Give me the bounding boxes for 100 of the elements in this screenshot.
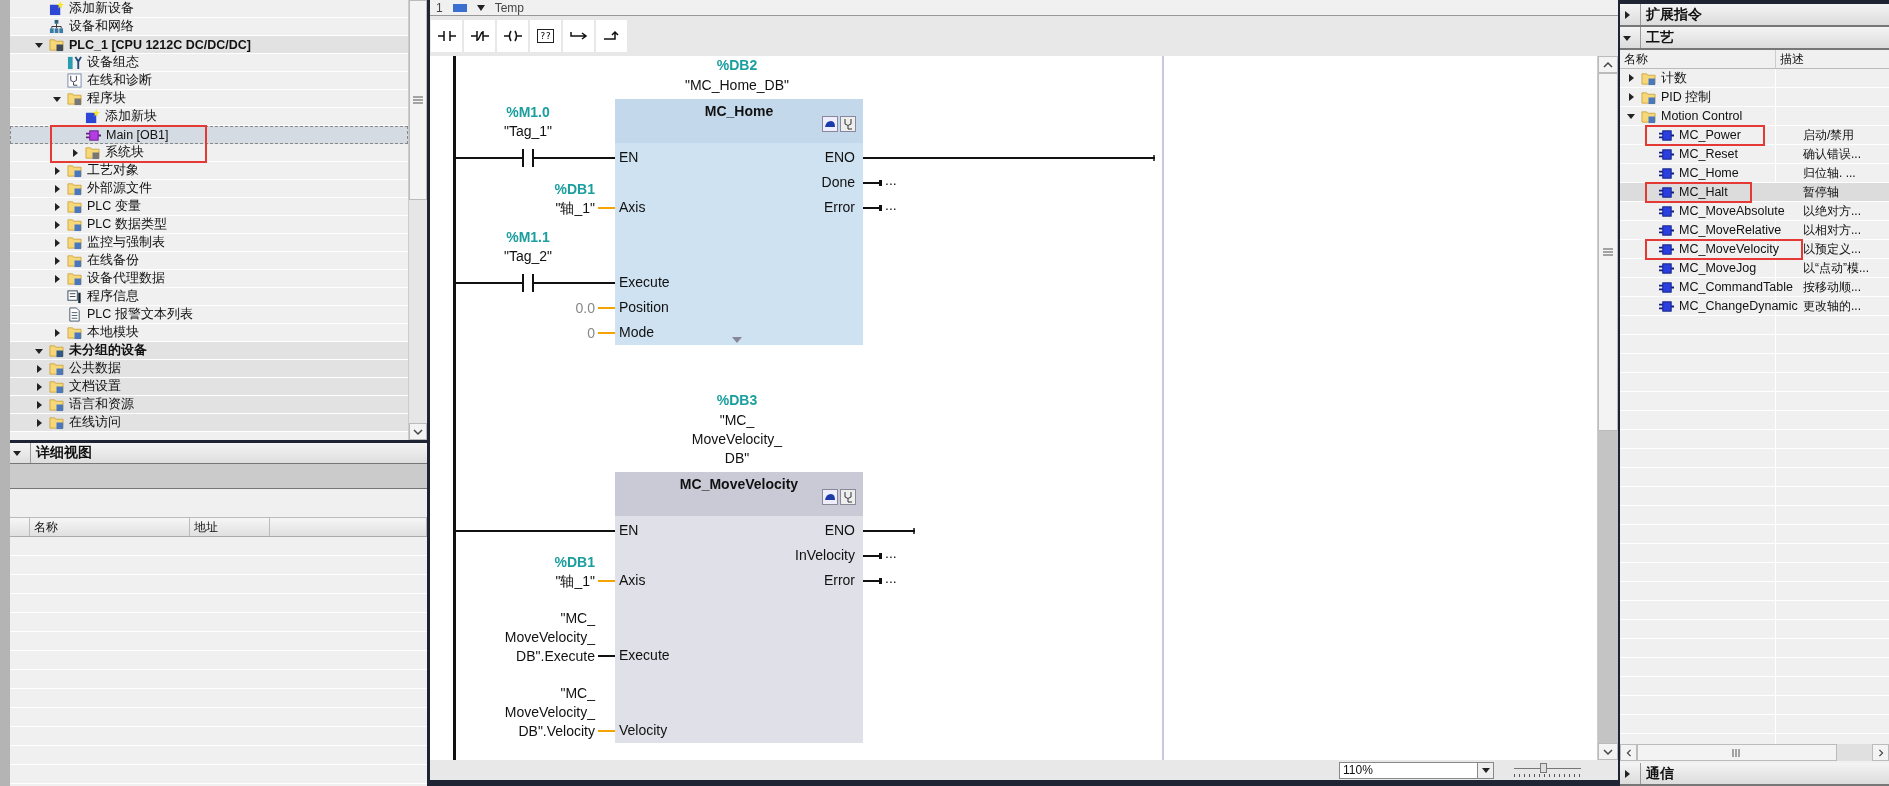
caret-down-icon[interactable] bbox=[35, 40, 43, 49]
instruction-row[interactable]: MC_MoveRelative 以相对方... bbox=[1620, 221, 1889, 240]
panel-title: 详细视图 bbox=[36, 444, 92, 462]
caret-down-icon[interactable] bbox=[53, 94, 61, 103]
tree-item[interactable]: 程序信息 bbox=[10, 288, 408, 306]
empty-box-button[interactable]: ?? bbox=[530, 20, 561, 52]
caret-right-icon[interactable] bbox=[53, 256, 61, 265]
caret-down-icon[interactable] bbox=[13, 449, 21, 457]
slider-thumb[interactable] bbox=[1539, 763, 1547, 773]
tree-item[interactable]: PLC 报警文本列表 bbox=[10, 306, 408, 324]
instruction-row[interactable]: MC_Halt 暂停轴 bbox=[1620, 183, 1889, 202]
section-header[interactable]: 工艺 bbox=[1620, 27, 1889, 50]
grip-icon[interactable] bbox=[1603, 248, 1613, 256]
tree-item[interactable]: 在线备份 bbox=[10, 252, 408, 270]
caret-right-icon[interactable] bbox=[35, 400, 43, 409]
caret-right-icon[interactable] bbox=[53, 166, 61, 175]
caret-right-icon[interactable] bbox=[1627, 93, 1635, 101]
caret-right-icon[interactable] bbox=[1623, 10, 1631, 19]
tree-item[interactable]: 监控与强制表 bbox=[10, 234, 408, 252]
tree-item[interactable]: 文档设置 bbox=[10, 378, 408, 396]
chevron-down-icon[interactable] bbox=[1603, 747, 1613, 756]
column-header[interactable]: 名称 bbox=[30, 518, 190, 536]
instruction-row[interactable]: MC_MoveVelocity 以预定义... bbox=[1620, 240, 1889, 259]
instruction-row[interactable]: PID 控制 bbox=[1620, 88, 1889, 107]
close-branch-button[interactable] bbox=[596, 20, 627, 52]
caret-down-icon[interactable] bbox=[1627, 112, 1635, 120]
caret-down-icon[interactable] bbox=[1623, 33, 1631, 42]
open-branch-button[interactable] bbox=[563, 20, 594, 52]
caret-down-icon[interactable] bbox=[35, 346, 43, 355]
tree-item[interactable]: PLC_1 [CPU 1212C DC/DC/DC] bbox=[10, 36, 408, 54]
caret-right-icon[interactable] bbox=[1623, 769, 1631, 778]
tree-item[interactable]: 未分组的设备 bbox=[10, 342, 408, 360]
operand-address: %M1.0 bbox=[505, 102, 551, 122]
tree-item[interactable]: PLC 数据类型 bbox=[10, 216, 408, 234]
folder-icon bbox=[67, 235, 82, 250]
caret-right-icon[interactable] bbox=[71, 148, 79, 157]
instruction-row[interactable]: MC_Reset 确认错误... bbox=[1620, 145, 1889, 164]
tree-item[interactable]: 设备代理数据 bbox=[10, 270, 408, 288]
coil-icon bbox=[503, 30, 522, 42]
wire bbox=[863, 527, 915, 535]
column-header[interactable]: 名称 bbox=[1620, 50, 1776, 68]
caret-down-icon[interactable] bbox=[476, 4, 485, 11]
instruction-name: MC_Halt bbox=[1679, 185, 1728, 199]
caret-right-icon[interactable] bbox=[53, 202, 61, 211]
section-header[interactable]: 通信 bbox=[1620, 763, 1889, 786]
instruction-row[interactable]: Motion Control bbox=[1620, 107, 1889, 126]
tree-item[interactable]: 添加新设备 bbox=[10, 0, 408, 18]
caret-right-icon[interactable] bbox=[1627, 74, 1635, 82]
folder-icon bbox=[67, 199, 82, 214]
grip-icon[interactable] bbox=[413, 96, 423, 104]
caret-right-icon[interactable] bbox=[35, 382, 43, 391]
row-number: 1 bbox=[436, 0, 443, 15]
instruction-row[interactable]: MC_MoveJog 以“点动”模... bbox=[1620, 259, 1889, 278]
caret-right-icon[interactable] bbox=[53, 238, 61, 247]
block-icon bbox=[1659, 203, 1674, 219]
column-header[interactable]: 地址 bbox=[190, 518, 270, 536]
caret-right-icon[interactable] bbox=[53, 328, 61, 337]
block-title: MC_MoveVelocity bbox=[678, 476, 800, 492]
instruction-row[interactable]: MC_Power 启动/禁用 bbox=[1620, 126, 1889, 145]
zoom-dropdown[interactable]: 110% bbox=[1339, 761, 1494, 779]
function-block[interactable]: MC_Home EN Axis Execute Position Mode ENO Done Error bbox=[615, 99, 863, 345]
instruction-row[interactable]: MC_ChangeDynamic 更改轴的... bbox=[1620, 297, 1889, 316]
instruction-name: MC_MoveRelative bbox=[1679, 223, 1782, 237]
tree-item[interactable]: 程序块 bbox=[10, 90, 408, 108]
caret-right-icon[interactable] bbox=[53, 220, 61, 229]
wire bbox=[598, 304, 615, 312]
tree-item[interactable]: 工艺对象 bbox=[10, 162, 408, 180]
tree-item[interactable]: 外部源文件 bbox=[10, 180, 408, 198]
tree-item[interactable]: 在线访问 bbox=[10, 414, 408, 432]
tree-item[interactable]: 在线和诊断 bbox=[10, 72, 408, 90]
tree-item[interactable]: Main [OB1] bbox=[10, 126, 408, 144]
instruction-row[interactable]: 计数 bbox=[1620, 69, 1889, 88]
tree-item[interactable]: 语言和资源 bbox=[10, 396, 408, 414]
scrollbar[interactable] bbox=[1620, 744, 1889, 761]
tree-item[interactable]: 设备组态 bbox=[10, 54, 408, 72]
tree-item[interactable]: PLC 变量 bbox=[10, 198, 408, 216]
pin-label: InVelocity bbox=[795, 546, 855, 565]
expand-arrow-icon[interactable] bbox=[732, 337, 742, 343]
caret-down-icon[interactable] bbox=[1481, 767, 1490, 773]
contact-button[interactable] bbox=[464, 20, 495, 52]
caret-right-icon[interactable] bbox=[53, 274, 61, 283]
function-block[interactable]: MC_MoveVelocity EN Axis Execute Velocity ENO InVelocity Error bbox=[615, 472, 863, 743]
tree-item[interactable]: 系统块 bbox=[10, 144, 408, 162]
instruction-row[interactable]: MC_CommandTable 按移动顺... bbox=[1620, 278, 1889, 297]
grip-icon[interactable] bbox=[1732, 748, 1742, 757]
folder-icon bbox=[49, 379, 64, 394]
caret-right-icon[interactable] bbox=[35, 364, 43, 373]
section-header[interactable]: 扩展指令 bbox=[1620, 4, 1889, 27]
instruction-row[interactable]: MC_MoveAbsolute 以绝对方... bbox=[1620, 202, 1889, 221]
caret-right-icon[interactable] bbox=[53, 184, 61, 193]
contact-button[interactable] bbox=[431, 20, 462, 52]
wire bbox=[863, 552, 882, 560]
scrollbar[interactable] bbox=[1597, 56, 1618, 760]
coil-button[interactable] bbox=[497, 20, 528, 52]
tree-item[interactable]: 公共数据 bbox=[10, 360, 408, 378]
column-header[interactable]: 描述 bbox=[1776, 50, 1889, 68]
caret-right-icon[interactable] bbox=[35, 418, 43, 427]
chevron-up-icon[interactable] bbox=[1603, 60, 1613, 69]
chevron-down-icon[interactable] bbox=[413, 427, 423, 436]
scrollbar[interactable] bbox=[408, 0, 427, 440]
